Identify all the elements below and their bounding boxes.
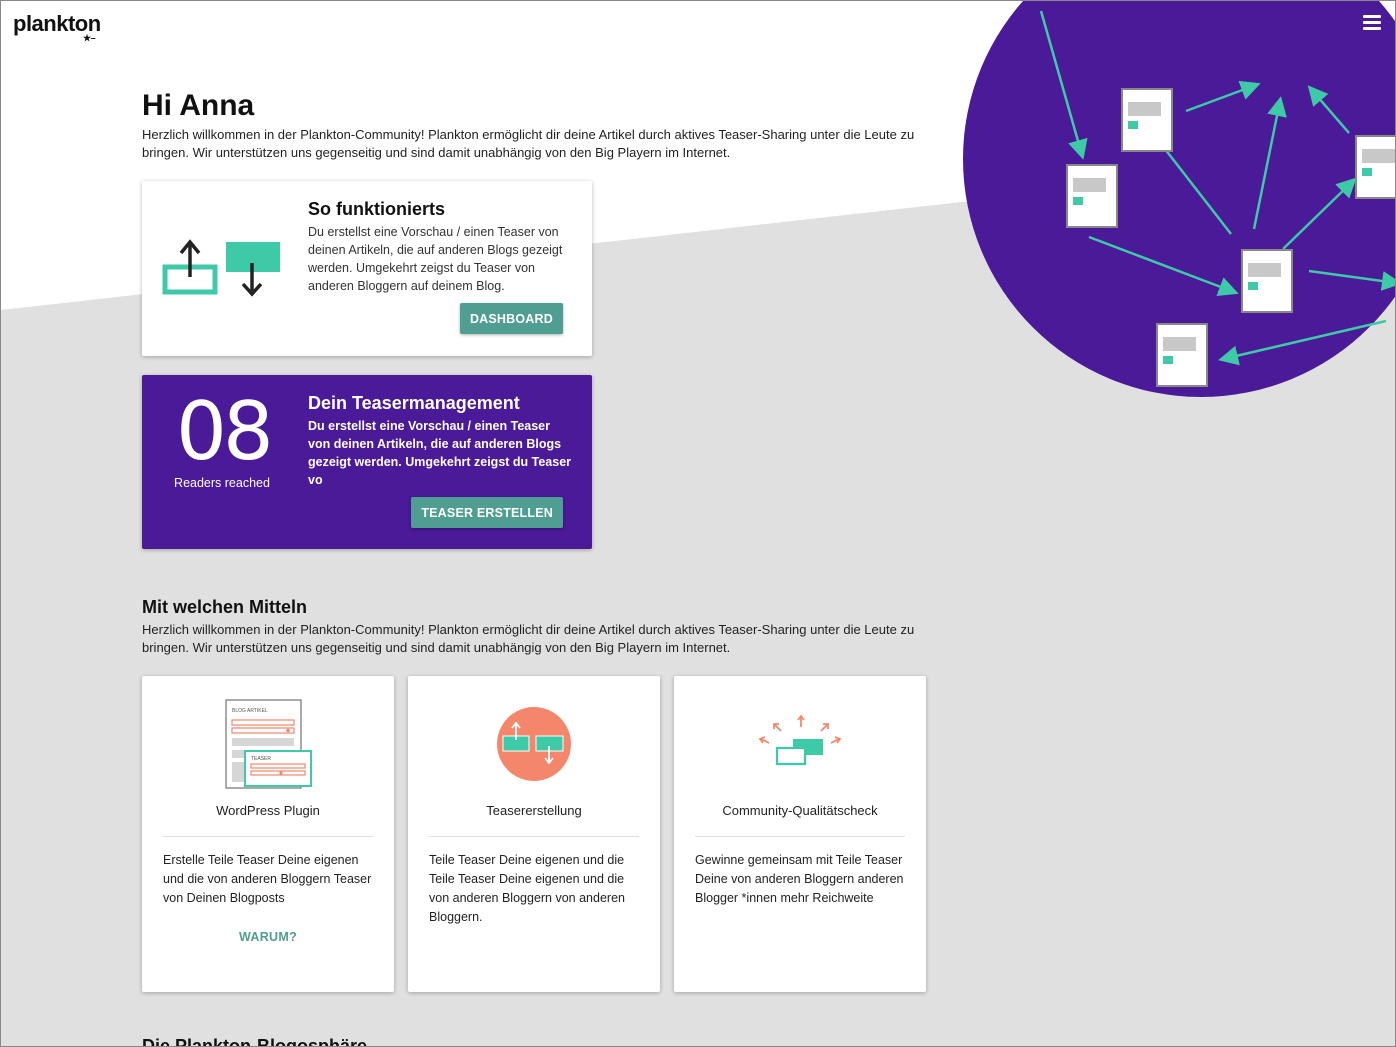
- dashboard-button[interactable]: DASHBOARD: [459, 303, 563, 334]
- teaser-management-text: Du erstellst eine Vorschau / einen Tease…: [308, 419, 572, 487]
- means-section-title: Mit welchen Mitteln: [142, 597, 308, 617]
- welcome-text: Herzlich willkommen in der Plankton-Comm…: [142, 127, 915, 160]
- feature-text: Teile Teaser Deine eigenen und die Teile…: [429, 853, 625, 924]
- page-title: Hi Anna: [142, 89, 255, 122]
- hamburger-menu-icon[interactable]: [1363, 15, 1381, 31]
- how-it-works-title: So funktionierts: [308, 199, 446, 219]
- plankton-logo[interactable]: plankton ★–: [13, 11, 101, 43]
- teaser-management-title: Dein Teasermanagement: [308, 393, 520, 413]
- feature-divider: [163, 836, 373, 837]
- blog-network-illustration: [963, 1, 1395, 397]
- feature-title: WordPress Plugin: [216, 803, 320, 818]
- readers-caption: Readers reached: [174, 476, 270, 490]
- teaser-exchange-icon: [162, 239, 280, 297]
- create-teaser-button[interactable]: TEASER ERSTELLEN: [411, 497, 563, 528]
- how-it-works-text: Du erstellst eine Vorschau / einen Tease…: [308, 225, 563, 293]
- community-check-icon: [758, 714, 842, 766]
- feature-card-teaser-creation: Teasererstellung Teile Teaser Deine eige…: [408, 676, 660, 992]
- logo-star: ★–: [83, 33, 96, 43]
- feature-card-wordpress: BLOG ARTIKEL TEASER WordPress Plugin Ers…: [142, 676, 394, 992]
- teaser-management-card: 08 Readers reached Dein Teasermanagement…: [142, 375, 592, 549]
- how-it-works-card: So funktionierts Du erstellst eine Vorsc…: [142, 181, 592, 356]
- feature-card-community-check: Community-Qualitätscheck Gewinne gemeins…: [674, 676, 926, 992]
- feature-text: Gewinne gemeinsam mit Teile Teaser Deine…: [695, 853, 904, 905]
- illus-label-teaser: TEASER: [251, 756, 271, 762]
- feature-divider: [695, 836, 905, 837]
- feature-text: Erstelle Teile Teaser Deine eigenen und …: [163, 853, 372, 905]
- blog-article-icon: BLOG ARTIKEL TEASER: [225, 699, 312, 789]
- illus-label-blog-article: BLOG ARTIKEL: [232, 708, 268, 714]
- means-section-intro: Herzlich willkommen in der Plankton-Comm…: [142, 622, 915, 655]
- app-frame: plankton ★– Hi Anna Herzlich willkommen …: [0, 0, 1396, 1047]
- why-link[interactable]: WARUM?: [142, 930, 394, 944]
- readers-count: 08: [176, 385, 274, 478]
- teaser-creation-icon: [497, 707, 571, 781]
- feature-divider: [429, 836, 639, 837]
- feature-title: Community-Qualitätscheck: [722, 803, 878, 818]
- blogosphere-section-title: Die Plankton-Blogosphäre: [142, 1036, 368, 1047]
- feature-title: Teasererstellung: [486, 803, 582, 818]
